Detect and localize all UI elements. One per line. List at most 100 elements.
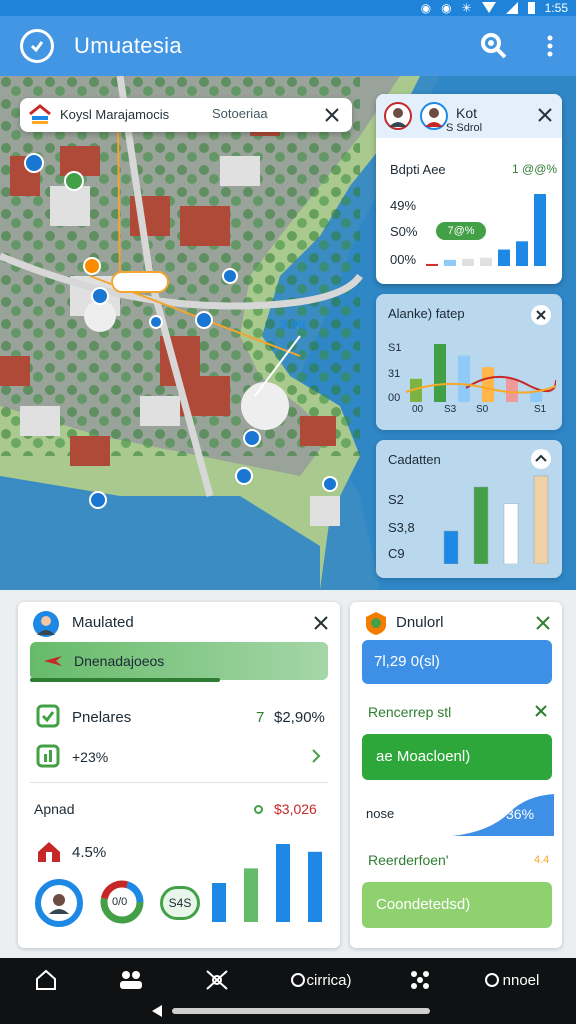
gesture-bar[interactable] <box>172 1008 430 1014</box>
actions-card: Dnulorl 7l,29 0(sl) Rencerrep stl ae Moa… <box>350 602 562 948</box>
status-bar: ◉ ◉ ✳ 1:55 <box>0 0 576 16</box>
close-icon[interactable] <box>530 304 552 326</box>
actions-subheading: Rencerrep stl <box>368 704 452 720</box>
stats-row-3: 00% <box>390 252 417 267</box>
summary-bar <box>308 851 322 922</box>
wave-label: nose <box>366 806 395 821</box>
trend-x-label-1: 00 <box>412 404 424 415</box>
trend-x-label-3: S0 <box>476 404 489 415</box>
trend-y-label-1: S1 <box>388 342 402 354</box>
stats-heading: Bdpti Aee <box>390 162 446 177</box>
hotel-icon <box>29 104 51 124</box>
location-search-input[interactable] <box>212 106 312 121</box>
back-icon[interactable] <box>150 1004 164 1018</box>
people-icon <box>120 971 142 989</box>
actions-subheading-2: Reerderfoen' <box>368 852 449 868</box>
app-bar: Umuatesia <box>0 16 576 76</box>
trend-chart <box>406 344 556 402</box>
trend-bar <box>482 367 494 402</box>
settings-icon: ✳ <box>461 1 472 15</box>
close-icon[interactable] <box>534 104 556 126</box>
battery-icon <box>527 2 535 14</box>
home-alert-icon <box>38 842 60 862</box>
app-title: Umuatesia <box>74 33 182 58</box>
comparison-bar <box>473 486 489 564</box>
search-icon[interactable] <box>478 30 508 60</box>
wave-chart <box>452 794 554 836</box>
status-time: 1:55 <box>544 1 568 15</box>
nav-item-3-label: cirrica) <box>306 971 352 989</box>
trend-y-label-2: 31 <box>388 368 401 380</box>
apps-icon <box>411 971 429 989</box>
stats-bar <box>498 249 510 266</box>
summary-banner-label: Dnenadajoeos <box>74 653 165 669</box>
comparison-bar <box>533 475 549 564</box>
stats-bar <box>462 258 474 266</box>
nav-apps[interactable] <box>406 966 434 994</box>
trend-bar <box>434 344 446 402</box>
close-icon[interactable] <box>322 105 342 125</box>
actions-secondary-button[interactable]: ae Moacloenl) <box>362 734 552 780</box>
trend-bar <box>506 378 518 402</box>
nav-clock-icon <box>484 973 499 987</box>
avatar-icon <box>33 611 59 637</box>
stats-badge: 1 @@% <box>512 162 558 176</box>
avatar-icon <box>384 102 412 130</box>
actions-tertiary-button[interactable]: Coondetedsd) <box>362 882 552 928</box>
receipt-icon <box>36 704 60 728</box>
chevron-right-icon[interactable] <box>310 748 322 764</box>
summary-banner[interactable]: Dnenadajoeos <box>30 642 328 680</box>
stats-bar <box>516 241 528 266</box>
trend-x-label-4: S1 <box>534 404 547 415</box>
clock-logo-icon <box>20 29 54 63</box>
stats-bar-chart <box>426 194 546 266</box>
stats-row-2: S0% <box>390 224 418 239</box>
summary-bar-chart <box>212 844 322 922</box>
stats-row-1: 49% <box>390 198 417 213</box>
summary-section-label: Apnad <box>34 801 75 817</box>
stats-bar <box>480 257 492 266</box>
location-search-card[interactable]: Koysl Marajamocis <box>20 98 352 132</box>
wifi-icon <box>481 2 496 13</box>
summary-stat: 4.5% <box>72 844 107 861</box>
stats-name: Kot <box>456 105 478 121</box>
nav-home[interactable] <box>32 966 60 994</box>
tools-icon <box>206 970 228 990</box>
stats-panel: Kot S Sdrol Bdpti Aee 1 @@% 49% S0% 00% … <box>376 94 562 284</box>
badge-icon <box>366 612 386 635</box>
close-icon[interactable] <box>534 704 548 718</box>
summary-banner-underline <box>30 678 220 682</box>
close-icon[interactable] <box>310 612 332 634</box>
location-title: Koysl Marajamocis <box>60 107 170 122</box>
summary-row1-value: $2,90% <box>274 709 325 726</box>
route-distance-label: 3.9% <box>280 318 308 332</box>
notification-icon: ◉ <box>420 1 432 15</box>
summary-bar <box>244 868 258 922</box>
nav-item-3[interactable]: cirrica) <box>286 966 356 994</box>
nav-item-5[interactable]: nnoel <box>480 966 544 994</box>
stats-bar <box>444 259 456 266</box>
trend-title: Alanke) fatep <box>388 306 465 321</box>
close-icon[interactable] <box>532 612 554 634</box>
nav-tools[interactable] <box>202 966 232 994</box>
comparison-bar <box>503 503 519 564</box>
nav-item-5-label: nnoel <box>502 971 540 989</box>
actions-primary-button[interactable]: 7l,29 0(sl) <box>362 640 552 684</box>
summary-row2-value: +23% <box>72 749 109 765</box>
more-vert-icon[interactable] <box>542 34 558 58</box>
donut-label: 0/0 <box>112 896 128 908</box>
comparison-row-1: S2 <box>388 492 404 507</box>
divider <box>30 782 328 783</box>
avatar-ring-icon <box>35 879 83 927</box>
actions-subheading-2-mark: 4.4 <box>534 854 550 866</box>
nav-circle-icon <box>290 973 305 987</box>
comparison-bar <box>443 530 459 564</box>
summary-row1-arrow: 7 <box>256 709 265 726</box>
nav-people[interactable] <box>116 966 146 994</box>
comparison-bar-chart <box>443 475 549 564</box>
summary-bar <box>212 883 226 922</box>
comparison-panel: Cadatten S2 S3,8 C9 <box>376 440 562 578</box>
collapse-icon[interactable] <box>530 448 552 470</box>
stats-sub: S Sdrol <box>446 122 483 134</box>
stats-bar <box>534 194 546 266</box>
